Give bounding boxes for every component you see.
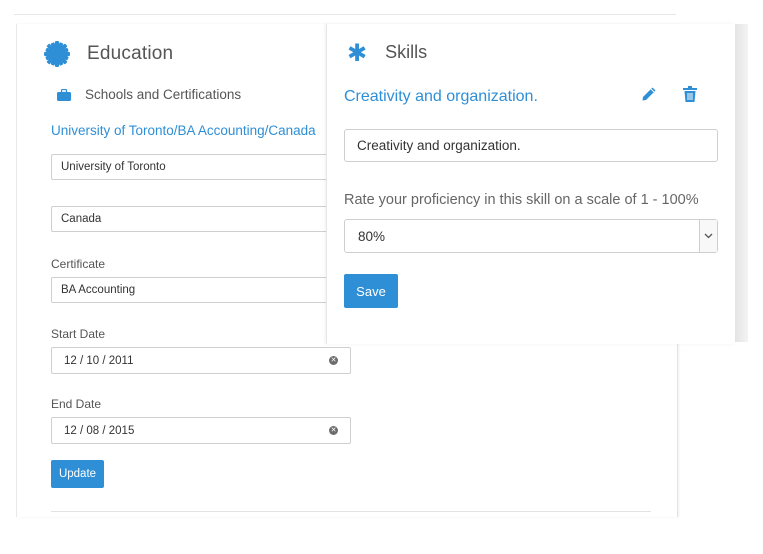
education-divider — [51, 511, 651, 512]
pencil-icon[interactable] — [641, 86, 657, 102]
start-date-label: Start Date — [51, 327, 106, 341]
clear-start-date-icon[interactable]: ✕ — [329, 356, 338, 365]
schools-certifications-heading: Schools and Certifications — [57, 87, 241, 102]
chevron-down-icon[interactable] — [699, 220, 717, 252]
skills-header: ✱ Skills — [347, 38, 428, 67]
save-button[interactable]: Save — [344, 274, 398, 308]
education-title: Education — [87, 43, 174, 64]
clear-end-date-icon[interactable]: ✕ — [329, 426, 338, 435]
end-date-field[interactable]: 12 / 08 / 2015 ✕ — [51, 417, 351, 444]
skills-title: Skills — [385, 42, 428, 62]
skill-name-input[interactable]: Creativity and organization. — [344, 129, 718, 162]
certificate-field[interactable]: BA Accounting — [51, 277, 349, 303]
start-date-field[interactable]: 12 / 10 / 2011 ✕ — [51, 347, 351, 374]
schools-certifications-label: Schools and Certifications — [85, 87, 242, 102]
end-date-label: End Date — [51, 397, 102, 411]
gear-icon — [44, 41, 70, 67]
proficiency-prompt: Rate your proficiency in this skill on a… — [344, 192, 699, 208]
briefcase-icon — [57, 88, 71, 101]
skills-panel: ✱ Skills Creativity and organization. Cr… — [326, 24, 735, 344]
country-field[interactable]: Canada — [51, 206, 349, 232]
education-entry-link[interactable]: University of Toronto/BA Accounting/Cana… — [51, 123, 316, 138]
proficiency-select[interactable]: 80% — [344, 219, 718, 253]
trash-icon[interactable] — [683, 86, 697, 102]
proficiency-value: 80% — [358, 228, 386, 244]
education-header: Education — [43, 38, 173, 70]
skill-name-link[interactable]: Creativity and organization. — [344, 88, 538, 106]
start-date-value: 12 / 10 / 2011 — [64, 354, 134, 367]
asterisk-icon: ✱ — [347, 38, 368, 67]
skills-panel-edge — [734, 24, 748, 342]
school-field[interactable]: University of Toronto — [51, 154, 349, 180]
update-button[interactable]: Update — [51, 460, 104, 488]
certificate-label: Certificate — [51, 257, 106, 271]
end-date-value: 12 / 08 / 2015 — [64, 424, 135, 437]
top-divider — [14, 14, 676, 15]
